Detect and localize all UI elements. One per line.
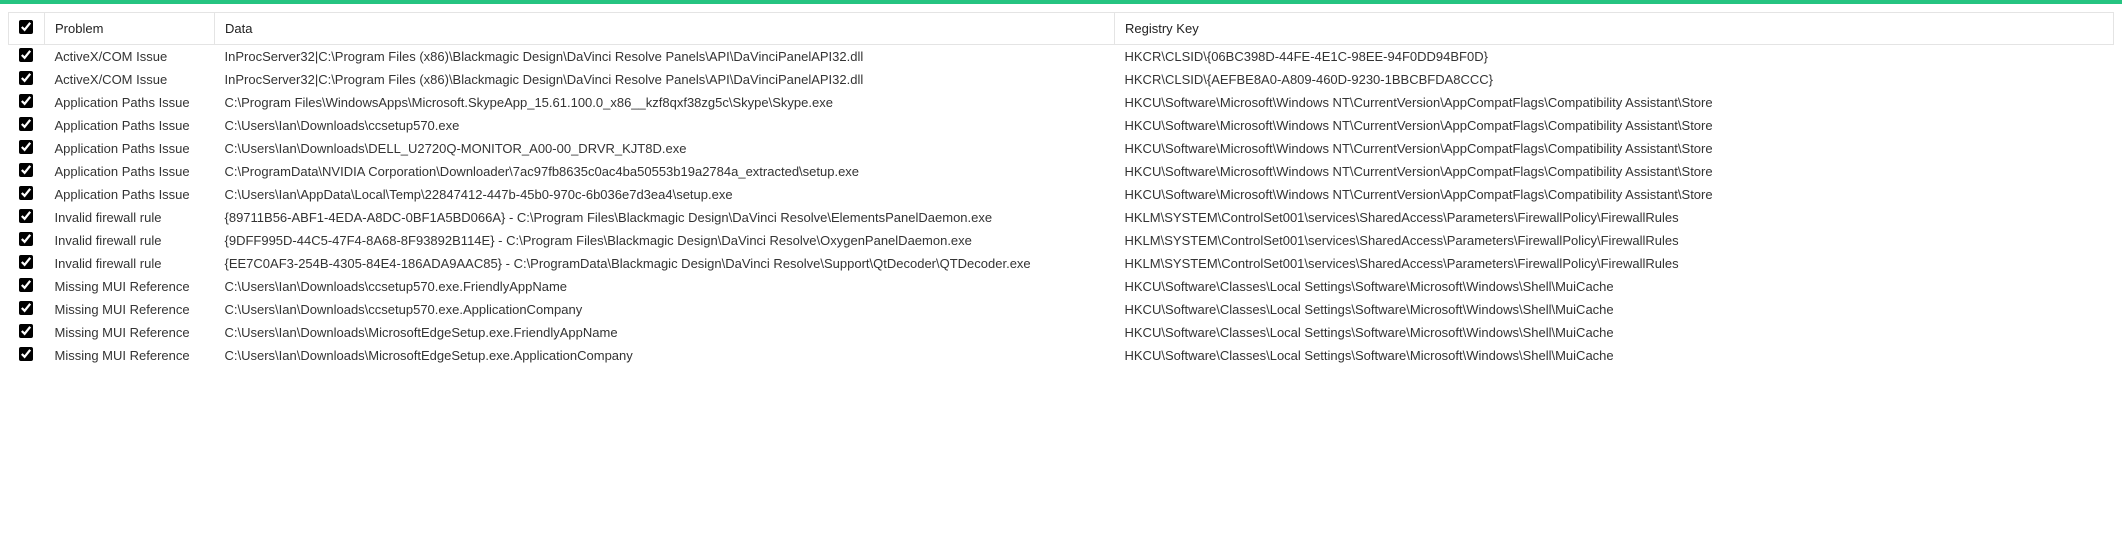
cell-data: C:\Users\Ian\Downloads\MicrosoftEdgeSetu… bbox=[215, 344, 1115, 367]
cell-data: InProcServer32|C:\Program Files (x86)\Bl… bbox=[215, 68, 1115, 91]
row-select-cell[interactable] bbox=[9, 275, 45, 298]
row-select-checkbox[interactable] bbox=[19, 71, 33, 85]
row-select-checkbox[interactable] bbox=[19, 163, 33, 177]
row-select-checkbox[interactable] bbox=[19, 278, 33, 292]
row-select-cell[interactable] bbox=[9, 114, 45, 137]
column-header-data[interactable]: Data bbox=[215, 13, 1115, 45]
cell-data: {9DFF995D-44C5-47F4-8A68-8F93892B114E} -… bbox=[215, 229, 1115, 252]
cell-registry-key: HKCU\Software\Microsoft\Windows NT\Curre… bbox=[1115, 91, 2114, 114]
table-row[interactable]: Application Paths IssueC:\ProgramData\NV… bbox=[9, 160, 2114, 183]
table-row[interactable]: Application Paths IssueC:\Users\Ian\Down… bbox=[9, 114, 2114, 137]
cell-problem: Missing MUI Reference bbox=[45, 275, 215, 298]
table-row[interactable]: Missing MUI ReferenceC:\Users\Ian\Downlo… bbox=[9, 321, 2114, 344]
cell-problem: ActiveX/COM Issue bbox=[45, 45, 215, 69]
row-select-checkbox[interactable] bbox=[19, 94, 33, 108]
row-select-cell[interactable] bbox=[9, 206, 45, 229]
cell-registry-key: HKCU\Software\Classes\Local Settings\Sof… bbox=[1115, 298, 2114, 321]
table-row[interactable]: Application Paths IssueC:\Users\Ian\Down… bbox=[9, 137, 2114, 160]
cell-registry-key: HKCU\Software\Microsoft\Windows NT\Curre… bbox=[1115, 137, 2114, 160]
cell-registry-key: HKLM\SYSTEM\ControlSet001\services\Share… bbox=[1115, 206, 2114, 229]
cell-problem: Missing MUI Reference bbox=[45, 298, 215, 321]
table-row[interactable]: Missing MUI ReferenceC:\Users\Ian\Downlo… bbox=[9, 275, 2114, 298]
row-select-checkbox[interactable] bbox=[19, 232, 33, 246]
row-select-cell[interactable] bbox=[9, 252, 45, 275]
row-select-checkbox[interactable] bbox=[19, 140, 33, 154]
cell-registry-key: HKCU\Software\Classes\Local Settings\Sof… bbox=[1115, 321, 2114, 344]
cell-problem: Missing MUI Reference bbox=[45, 321, 215, 344]
row-select-cell[interactable] bbox=[9, 298, 45, 321]
column-header-select-all[interactable] bbox=[9, 13, 45, 45]
row-select-checkbox[interactable] bbox=[19, 209, 33, 223]
cell-data: {EE7C0AF3-254B-4305-84E4-186ADA9AAC85} -… bbox=[215, 252, 1115, 275]
cell-problem: Invalid firewall rule bbox=[45, 206, 215, 229]
cell-registry-key: HKCU\Software\Microsoft\Windows NT\Curre… bbox=[1115, 114, 2114, 137]
row-select-cell[interactable] bbox=[9, 344, 45, 367]
table-row[interactable]: Invalid firewall rule{9DFF995D-44C5-47F4… bbox=[9, 229, 2114, 252]
row-select-cell[interactable] bbox=[9, 137, 45, 160]
cell-problem: Application Paths Issue bbox=[45, 91, 215, 114]
row-select-checkbox[interactable] bbox=[19, 48, 33, 62]
row-select-checkbox[interactable] bbox=[19, 301, 33, 315]
row-select-checkbox[interactable] bbox=[19, 324, 33, 338]
cell-registry-key: HKCU\Software\Classes\Local Settings\Sof… bbox=[1115, 275, 2114, 298]
table-row[interactable]: Invalid firewall rule{EE7C0AF3-254B-4305… bbox=[9, 252, 2114, 275]
cell-data: C:\Users\Ian\Downloads\DELL_U2720Q-MONIT… bbox=[215, 137, 1115, 160]
cell-registry-key: HKLM\SYSTEM\ControlSet001\services\Share… bbox=[1115, 252, 2114, 275]
table-row[interactable]: Missing MUI ReferenceC:\Users\Ian\Downlo… bbox=[9, 344, 2114, 367]
cell-data: {89711B56-ABF1-4EDA-A8DC-0BF1A5BD066A} -… bbox=[215, 206, 1115, 229]
cell-data: C:\Users\Ian\Downloads\ccsetup570.exe.Fr… bbox=[215, 275, 1115, 298]
cell-data: C:\Users\Ian\AppData\Local\Temp\22847412… bbox=[215, 183, 1115, 206]
row-select-checkbox[interactable] bbox=[19, 117, 33, 131]
cell-data: C:\Program Files\WindowsApps\Microsoft.S… bbox=[215, 91, 1115, 114]
cell-problem: Application Paths Issue bbox=[45, 114, 215, 137]
cell-problem: Invalid firewall rule bbox=[45, 229, 215, 252]
cell-registry-key: HKCU\Software\Classes\Local Settings\Sof… bbox=[1115, 344, 2114, 367]
cell-data: InProcServer32|C:\Program Files (x86)\Bl… bbox=[215, 45, 1115, 69]
cell-data: C:\Users\Ian\Downloads\ccsetup570.exe.Ap… bbox=[215, 298, 1115, 321]
row-select-cell[interactable] bbox=[9, 183, 45, 206]
cell-problem: ActiveX/COM Issue bbox=[45, 68, 215, 91]
cell-problem: Application Paths Issue bbox=[45, 137, 215, 160]
column-header-registry-key[interactable]: Registry Key bbox=[1115, 13, 2114, 45]
row-select-cell[interactable] bbox=[9, 321, 45, 344]
cell-data: C:\ProgramData\NVIDIA Corporation\Downlo… bbox=[215, 160, 1115, 183]
table-row[interactable]: Missing MUI ReferenceC:\Users\Ian\Downlo… bbox=[9, 298, 2114, 321]
cell-problem: Missing MUI Reference bbox=[45, 344, 215, 367]
cell-registry-key: HKCR\CLSID\{AEFBE8A0-A809-460D-9230-1BBC… bbox=[1115, 68, 2114, 91]
cell-problem: Application Paths Issue bbox=[45, 160, 215, 183]
table-row[interactable]: Application Paths IssueC:\Program Files\… bbox=[9, 91, 2114, 114]
row-select-cell[interactable] bbox=[9, 45, 45, 69]
table-row[interactable]: ActiveX/COM IssueInProcServer32|C:\Progr… bbox=[9, 45, 2114, 69]
cell-registry-key: HKLM\SYSTEM\ControlSet001\services\Share… bbox=[1115, 229, 2114, 252]
cell-data: C:\Users\Ian\Downloads\ccsetup570.exe bbox=[215, 114, 1115, 137]
cell-registry-key: HKCU\Software\Microsoft\Windows NT\Curre… bbox=[1115, 160, 2114, 183]
row-select-cell[interactable] bbox=[9, 91, 45, 114]
table-row[interactable]: ActiveX/COM IssueInProcServer32|C:\Progr… bbox=[9, 68, 2114, 91]
cell-problem: Application Paths Issue bbox=[45, 183, 215, 206]
row-select-checkbox[interactable] bbox=[19, 255, 33, 269]
table-row[interactable]: Application Paths IssueC:\Users\Ian\AppD… bbox=[9, 183, 2114, 206]
select-all-checkbox[interactable] bbox=[19, 20, 33, 34]
cell-registry-key: HKCU\Software\Microsoft\Windows NT\Curre… bbox=[1115, 183, 2114, 206]
cell-registry-key: HKCR\CLSID\{06BC398D-44FE-4E1C-98EE-94F0… bbox=[1115, 45, 2114, 69]
row-select-cell[interactable] bbox=[9, 68, 45, 91]
cell-problem: Invalid firewall rule bbox=[45, 252, 215, 275]
table-row[interactable]: Invalid firewall rule{89711B56-ABF1-4EDA… bbox=[9, 206, 2114, 229]
row-select-cell[interactable] bbox=[9, 160, 45, 183]
row-select-checkbox[interactable] bbox=[19, 347, 33, 361]
row-select-checkbox[interactable] bbox=[19, 186, 33, 200]
table-header-row: Problem Data Registry Key bbox=[9, 13, 2114, 45]
results-table: Problem Data Registry Key ActiveX/COM Is… bbox=[8, 12, 2114, 367]
column-header-problem[interactable]: Problem bbox=[45, 13, 215, 45]
cell-data: C:\Users\Ian\Downloads\MicrosoftEdgeSetu… bbox=[215, 321, 1115, 344]
row-select-cell[interactable] bbox=[9, 229, 45, 252]
results-panel: Problem Data Registry Key ActiveX/COM Is… bbox=[0, 4, 2122, 375]
